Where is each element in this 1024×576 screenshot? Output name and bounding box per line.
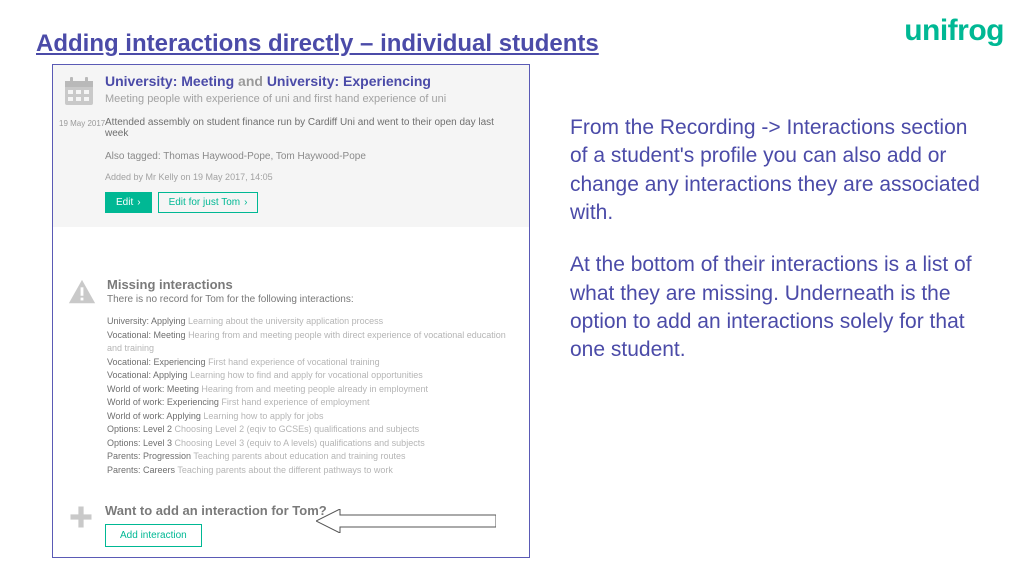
missing-item: Vocational: Applying Learning how to fin…	[107, 369, 515, 383]
chevron-right-icon: ›	[244, 197, 247, 208]
chevron-right-icon: ›	[137, 197, 140, 208]
card-subtitle: Meeting people with experience of uni an…	[105, 92, 446, 107]
plus-icon	[67, 503, 95, 531]
missing-item-note: Hearing from and meeting people already …	[201, 384, 428, 394]
missing-item: Vocational: Meeting Hearing from and mee…	[107, 329, 515, 356]
edit-for-button[interactable]: Edit for just Tom ›	[158, 192, 259, 213]
missing-item-name: University: Applying	[107, 316, 188, 326]
missing-item-name: World of work: Experiencing	[107, 397, 221, 407]
card-date: 19 May 2017	[59, 119, 105, 128]
missing-item-note: Choosing Level 2 (eqiv to GCSEs) qualifi…	[175, 424, 420, 434]
pointer-arrow	[316, 509, 496, 533]
missing-item: Options: Level 2 Choosing Level 2 (eqiv …	[107, 423, 515, 437]
missing-item-note: Learning how to apply for jobs	[203, 411, 323, 421]
card-title-b: University: Experiencing	[267, 73, 431, 89]
missing-item-name: World of work: Meeting	[107, 384, 201, 394]
missing-item-note: Teaching parents about the different pat…	[177, 465, 392, 475]
missing-item: University: Applying Learning about the …	[107, 315, 515, 329]
missing-item-note: First hand experience of employment	[221, 397, 369, 407]
card-title: University: Meeting and University: Expe…	[105, 73, 446, 90]
missing-item: World of work: Applying Learning how to …	[107, 410, 515, 424]
missing-item: Vocational: Experiencing First hand expe…	[107, 356, 515, 370]
missing-item: Parents: Careers Teaching parents about …	[107, 464, 515, 478]
missing-item-name: Vocational: Meeting	[107, 330, 188, 340]
calendar-icon	[63, 75, 95, 107]
missing-item-note: Learning about the university applicatio…	[188, 316, 383, 326]
edit-label: Edit	[116, 197, 133, 208]
missing-item: World of work: Experiencing First hand e…	[107, 396, 515, 410]
missing-item-note: Learning how to find and apply for vocat…	[190, 370, 423, 380]
add-title: Want to add an interaction for Tom?	[105, 503, 327, 518]
card-title-and: and	[238, 73, 263, 89]
add-interaction-button[interactable]: Add interaction	[105, 524, 202, 547]
missing-title: Missing interactions	[107, 277, 515, 292]
card-also-tagged: Also tagged: Thomas Haywood-Pope, Tom Ha…	[105, 151, 519, 162]
missing-item-note: Choosing Level 3 (equiv to A levels) qua…	[175, 438, 425, 448]
warning-icon	[67, 277, 97, 307]
missing-item-name: Vocational: Experiencing	[107, 357, 208, 367]
card-detail: Attended assembly on student finance run…	[105, 117, 519, 139]
missing-item-note: Teaching parents about education and tra…	[193, 451, 405, 461]
explainer-p1: From the Recording -> Interactions secti…	[570, 114, 990, 227]
missing-item: Options: Level 3 Choosing Level 3 (equiv…	[107, 437, 515, 451]
interactions-panel: University: Meeting and University: Expe…	[52, 64, 530, 558]
explainer-text: From the Recording -> Interactions secti…	[570, 114, 990, 365]
missing-item-name: Options: Level 3	[107, 438, 175, 448]
missing-item-name: Options: Level 2	[107, 424, 175, 434]
card-title-a: University: Meeting	[105, 73, 234, 89]
edit-for-label: Edit for just Tom	[169, 197, 241, 208]
slide-title: Adding interactions directly – individua…	[36, 30, 599, 58]
unifrog-logo: unifrog	[904, 14, 1004, 48]
missing-item: World of work: Meeting Hearing from and …	[107, 383, 515, 397]
missing-interactions-section: Missing interactions There is no record …	[53, 227, 529, 487]
missing-list: University: Applying Learning about the …	[107, 315, 515, 477]
missing-item-note: First hand experience of vocational trai…	[208, 357, 380, 367]
missing-item-name: Parents: Progression	[107, 451, 193, 461]
card-added-by: Added by Mr Kelly on 19 May 2017, 14:05	[105, 172, 519, 182]
missing-desc: There is no record for Tom for the follo…	[107, 294, 515, 305]
missing-item-name: Vocational: Applying	[107, 370, 190, 380]
explainer-p2: At the bottom of their interactions is a…	[570, 251, 990, 364]
missing-item: Parents: Progression Teaching parents ab…	[107, 450, 515, 464]
missing-item-name: Parents: Careers	[107, 465, 177, 475]
interaction-card: University: Meeting and University: Expe…	[53, 65, 529, 227]
missing-item-name: World of work: Applying	[107, 411, 203, 421]
edit-button[interactable]: Edit ›	[105, 192, 152, 213]
